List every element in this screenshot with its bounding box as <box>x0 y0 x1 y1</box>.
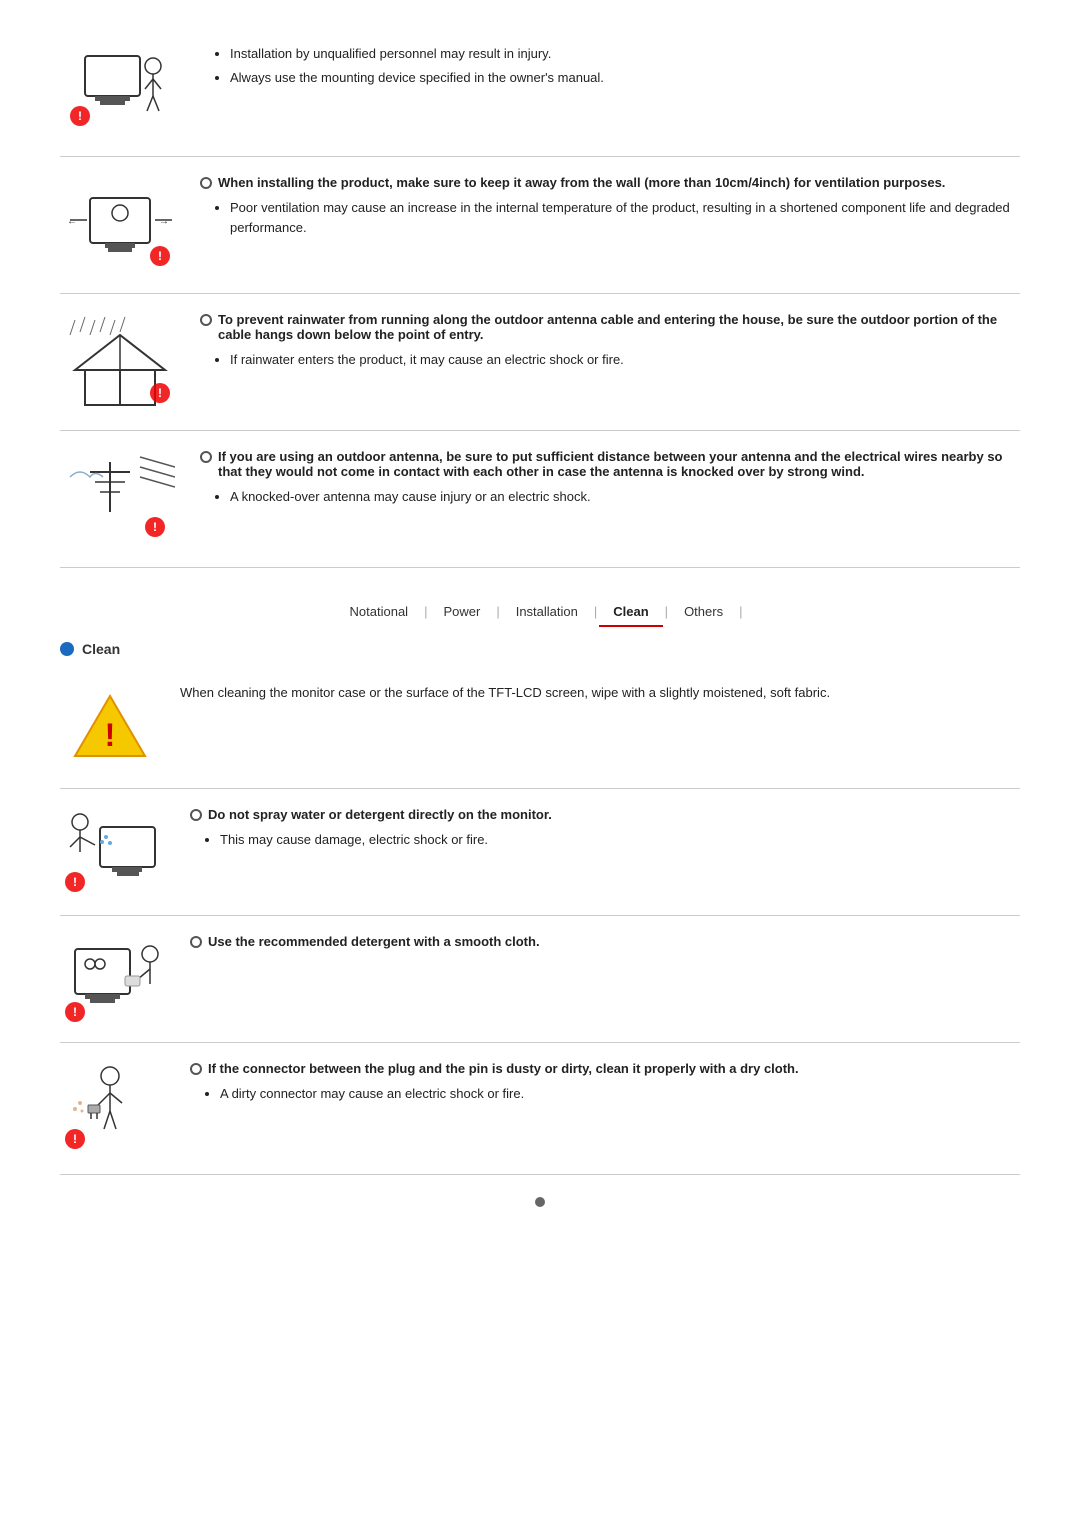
bottom-dot-container <box>60 1175 1020 1230</box>
sep-5: | <box>739 604 742 619</box>
clean-detergent-block: ! Use the recommended detergent with a s… <box>60 916 1020 1043</box>
clean-heading-text: Clean <box>82 641 120 657</box>
svg-text:←: ← <box>67 216 77 227</box>
sep-1: | <box>424 604 427 619</box>
detergent-bullet-icon <box>190 936 202 948</box>
clean-connector-block: ! If the connector between the plug and … <box>60 1043 1020 1175</box>
illus-clean-warning: ! <box>60 685 160 770</box>
no-spray-content: Do not spray water or detergent directly… <box>190 807 1020 854</box>
tab-notational[interactable]: Notational <box>336 598 423 625</box>
illus-detergent: ! <box>60 934 170 1024</box>
ventilation-content: When installing the product, make sure t… <box>200 175 1020 241</box>
tab-others[interactable]: Others <box>670 598 737 625</box>
connector-main-text: If the connector between the plug and th… <box>208 1061 799 1076</box>
install-bullet-1: Installation by unqualified personnel ma… <box>230 44 1020 64</box>
sep-3: | <box>594 604 597 619</box>
outdoor-antenna-illustration: ! <box>65 452 175 547</box>
section-rainwater: ! To prevent rainwater from running alon… <box>60 294 1020 431</box>
illus-ventilation: ← → ! <box>60 175 180 275</box>
illus-install: ! <box>60 38 180 138</box>
connector-main: If the connector between the plug and th… <box>190 1061 1020 1076</box>
detergent-content: Use the recommended detergent with a smo… <box>190 934 1020 957</box>
outdoor-antenna-main-text: If you are using an outdoor antenna, be … <box>218 449 1020 479</box>
svg-text:!: ! <box>78 109 82 123</box>
outdoor-antenna-main: If you are using an outdoor antenna, be … <box>200 449 1020 479</box>
warning-triangle-icon: ! <box>70 688 150 768</box>
outdoor-antenna-sub: A knocked-over antenna may cause injury … <box>230 487 1020 507</box>
rainwater-content: To prevent rainwater from running along … <box>200 312 1020 374</box>
rainwater-sub-1: If rainwater enters the product, it may … <box>230 350 1020 370</box>
illus-no-spray: ! <box>60 807 170 897</box>
rainwater-sub: If rainwater enters the product, it may … <box>230 350 1020 370</box>
detergent-illustration: ! <box>60 934 170 1024</box>
section-ventilation: ← → ! When installing the product, make … <box>60 157 1020 294</box>
connector-bullet-icon <box>190 1063 202 1075</box>
ventilation-main-text: When installing the product, make sure t… <box>218 175 945 190</box>
rainwater-main-text: To prevent rainwater from running along … <box>218 312 1020 342</box>
install-bullet-2: Always use the mounting device specified… <box>230 68 1020 88</box>
nav-tabs: Notational | Power | Installation | Clea… <box>60 598 1020 625</box>
illus-connector: ! <box>60 1061 170 1156</box>
no-spray-illustration: ! <box>60 807 170 897</box>
ventilation-main: When installing the product, make sure t… <box>200 175 1020 190</box>
rainwater-main: To prevent rainwater from running along … <box>200 312 1020 342</box>
no-spray-main-text: Do not spray water or detergent directly… <box>208 807 552 822</box>
bottom-dot <box>535 1197 545 1207</box>
outdoor-antenna-content: If you are using an outdoor antenna, be … <box>200 449 1020 511</box>
connector-sub-1: A dirty connector may cause an electric … <box>220 1084 1020 1104</box>
illus-rainwater: ! <box>60 312 180 412</box>
outdoor-antenna-sub-1: A knocked-over antenna may cause injury … <box>230 487 1020 507</box>
clean-intro-content: When cleaning the monitor case or the su… <box>180 685 1020 700</box>
no-spray-main: Do not spray water or detergent directly… <box>190 807 1020 822</box>
connector-content: If the connector between the plug and th… <box>190 1061 1020 1108</box>
ventilation-illustration: ← → ! <box>65 178 175 273</box>
connector-illustration: ! <box>60 1061 170 1156</box>
clean-heading-icon <box>60 642 74 656</box>
svg-text:!: ! <box>73 1132 77 1146</box>
ventilation-sub: Poor ventilation may cause an increase i… <box>230 198 1020 237</box>
clean-no-spray-block: ! Do not spray water or detergent direct… <box>60 789 1020 916</box>
tab-installation[interactable]: Installation <box>502 598 592 625</box>
sep-2: | <box>496 604 499 619</box>
svg-text:!: ! <box>158 386 162 400</box>
rainwater-illustration: ! <box>65 315 175 410</box>
ventilation-bullet-icon <box>200 177 212 189</box>
svg-text:!: ! <box>153 520 157 534</box>
section-install-warning: ! Installation by unqualified personnel … <box>60 20 1020 157</box>
ventilation-sub-1: Poor ventilation may cause an increase i… <box>230 198 1020 237</box>
rainwater-bullet-icon <box>200 314 212 326</box>
clean-section-heading: Clean <box>60 641 1020 657</box>
no-spray-sub: This may cause damage, electric shock or… <box>220 830 1020 850</box>
clean-intro-block: ! When cleaning the monitor case or the … <box>60 667 1020 789</box>
install-content: Installation by unqualified personnel ma… <box>200 38 1020 91</box>
svg-text:!: ! <box>73 875 77 889</box>
connector-sub: A dirty connector may cause an electric … <box>220 1084 1020 1104</box>
detergent-main-text: Use the recommended detergent with a smo… <box>208 934 540 949</box>
no-spray-sub-1: This may cause damage, electric shock or… <box>220 830 1020 850</box>
svg-text:→: → <box>159 216 169 227</box>
tab-power[interactable]: Power <box>429 598 494 625</box>
install-illustration: ! <box>65 41 175 136</box>
sep-4: | <box>665 604 668 619</box>
svg-text:!: ! <box>105 717 116 753</box>
outdoor-antenna-bullet-icon <box>200 451 212 463</box>
svg-text:!: ! <box>158 249 162 263</box>
svg-text:!: ! <box>73 1005 77 1019</box>
detergent-main: Use the recommended detergent with a smo… <box>190 934 1020 949</box>
clean-intro-text: When cleaning the monitor case or the su… <box>180 685 1020 700</box>
section-outdoor-antenna: ! If you are using an outdoor antenna, b… <box>60 431 1020 568</box>
install-bullets: Installation by unqualified personnel ma… <box>230 44 1020 87</box>
tab-clean[interactable]: Clean <box>599 598 662 625</box>
no-spray-bullet-icon <box>190 809 202 821</box>
illus-outdoor-antenna: ! <box>60 449 180 549</box>
